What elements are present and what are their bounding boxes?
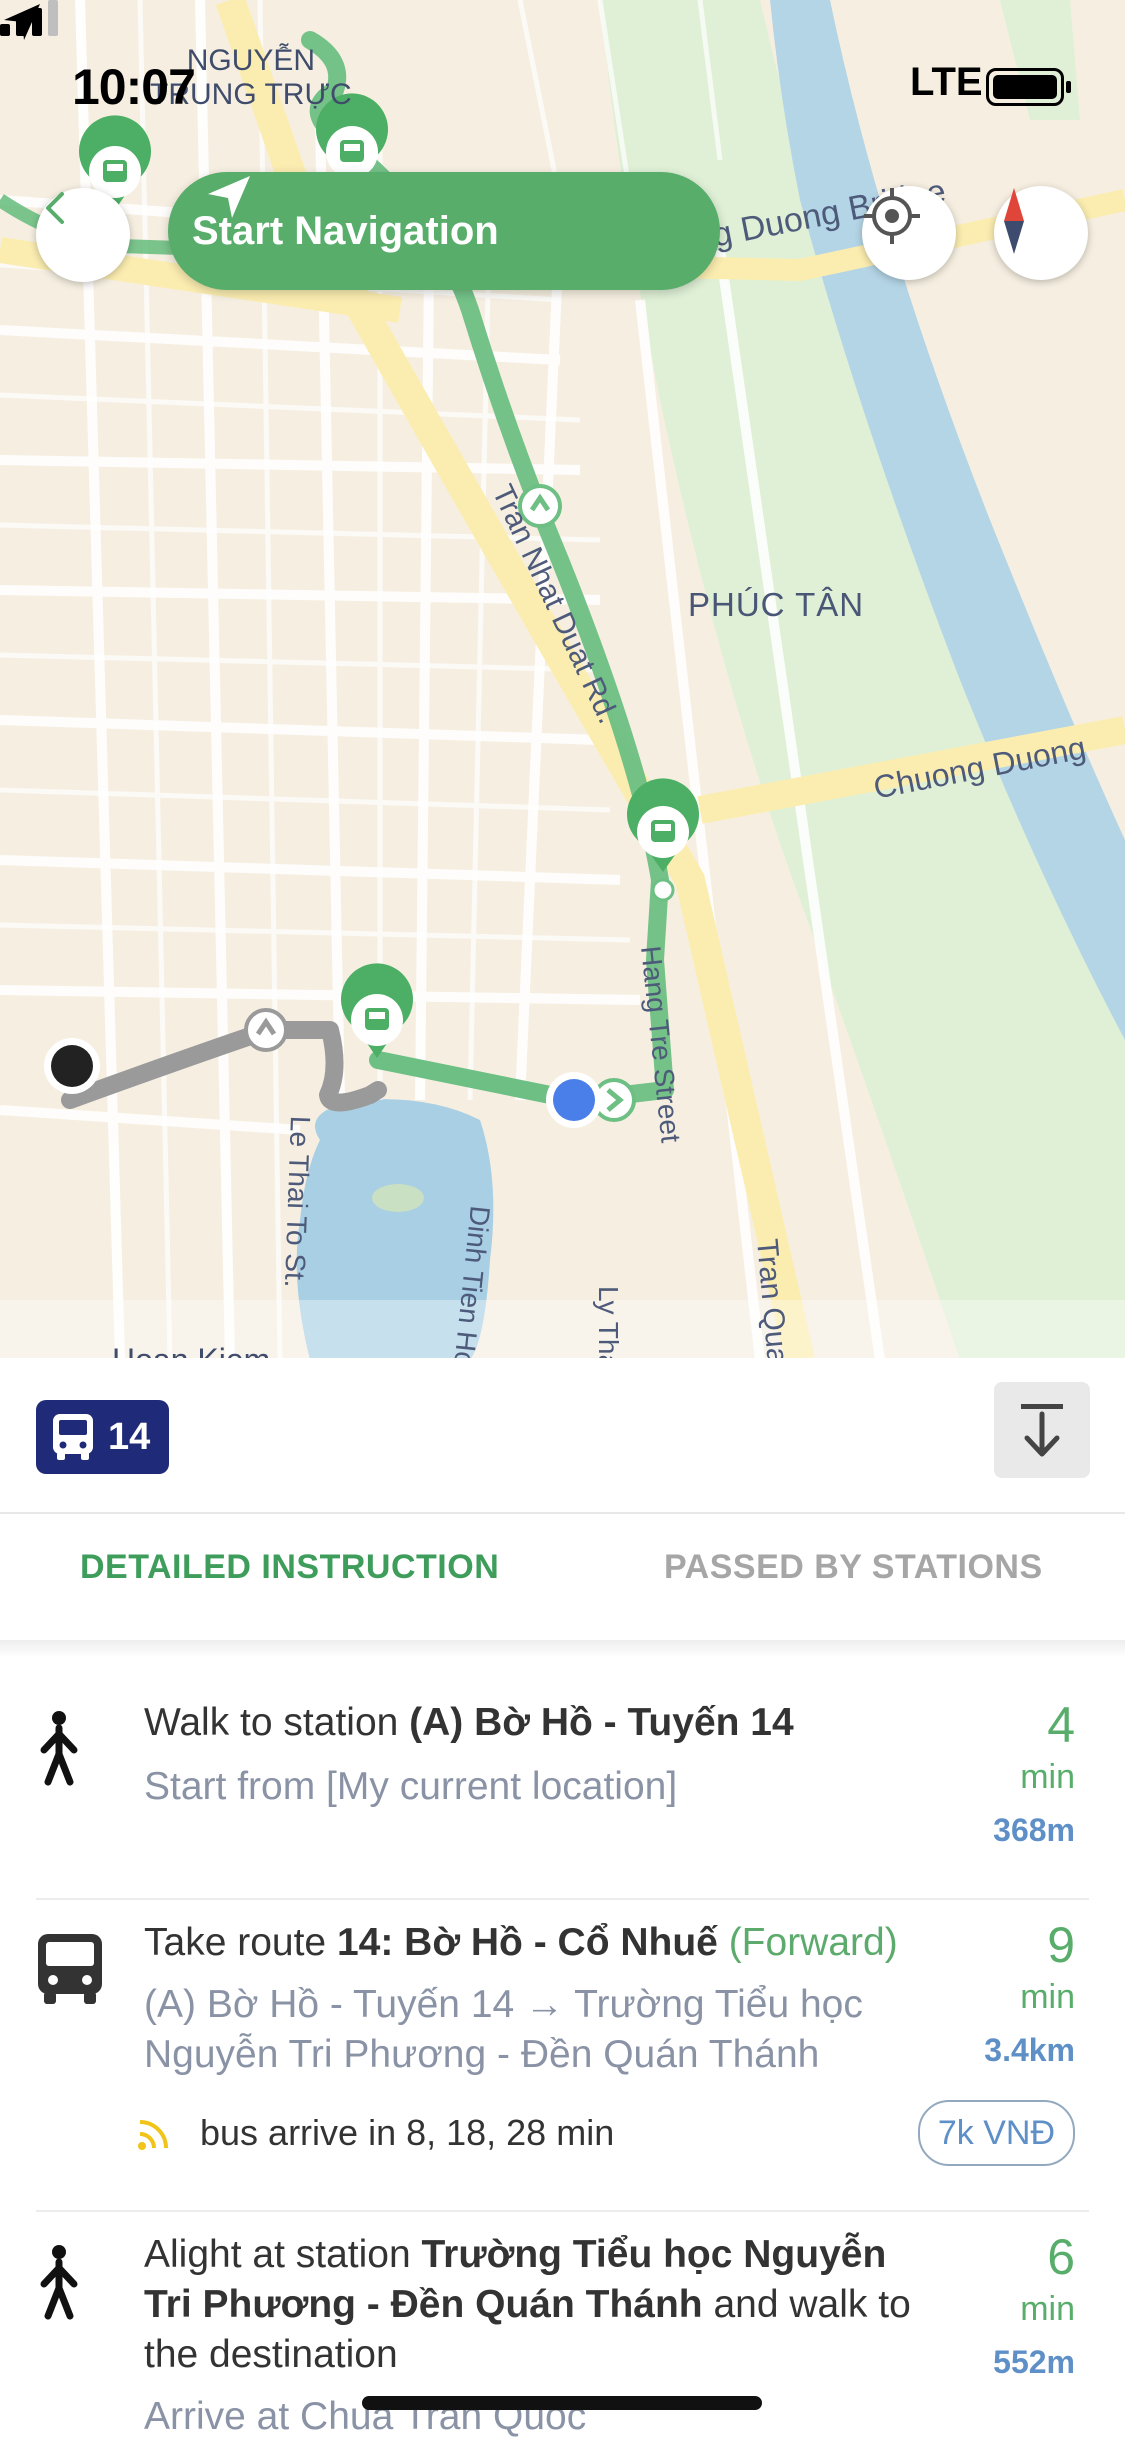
bus-stop-pin[interactable] (341, 963, 413, 1058)
step-duration-unit: min (1020, 1978, 1075, 2016)
fare-badge: 7k VNĐ (917, 2100, 1075, 2166)
my-location-button[interactable] (862, 186, 956, 280)
step-subtitle: Start from [My current location] (144, 1765, 678, 1808)
compass-icon (1004, 188, 1024, 254)
step-duration: 4 (1047, 1697, 1075, 1753)
route-badge: 14 (36, 1400, 169, 1474)
home-indicator[interactable] (362, 2396, 762, 2410)
step-separator (36, 2210, 1089, 2212)
step-title-prefix: Walk to station (144, 1701, 410, 1744)
step-duration-unit: min (1020, 2290, 1075, 2328)
map-view[interactable]: NGUYỄN TRUNG TRỰC Chuong Duong Bridge PH… (0, 0, 1125, 1360)
step-distance: 552m (993, 2344, 1075, 2380)
step-subtitle: (A) Bờ Hồ - Tuyến 14 → Trường Tiểu học N… (144, 1983, 863, 2076)
step-direction: (Forward) (717, 1921, 898, 1964)
step-title-prefix: Alight at station (144, 2233, 422, 2276)
status-time: 10:07 (72, 59, 196, 115)
chevron-left-icon (46, 192, 64, 224)
step-distance: 3.4km (984, 2032, 1075, 2068)
step-duration: 9 (1047, 1917, 1075, 1973)
step-title-route: 14: Bờ Hồ - Cổ Nhuế (336, 1921, 718, 1964)
navigation-arrow-icon (208, 176, 250, 218)
walking-person-icon (40, 2245, 78, 2320)
route-detail-panel: 14 DETAILED INSTRUCTION PASSED BY STATIO… (0, 1358, 1125, 2438)
live-signal-icon (138, 2120, 168, 2150)
cell-signal-icon (0, 0, 58, 36)
collapse-panel-button[interactable] (994, 1382, 1090, 1478)
battery-icon (986, 68, 1071, 106)
download-arrow-icon (1021, 1404, 1063, 1457)
divider (0, 1512, 1125, 1514)
step-separator (36, 1898, 1089, 1900)
bus-arrival-times: bus arrive in 8, 18, 28 min (200, 2112, 615, 2153)
map-label-phuc-tan: PHÚC TÂN (688, 586, 865, 623)
walking-person-icon (40, 1711, 78, 1786)
route-number: 14 (108, 1415, 151, 1458)
crosshair-icon (864, 188, 920, 244)
step-title-prefix: Take route (144, 1921, 337, 1964)
step-title-station: (A) Bờ Hồ - Tuyến 14 (409, 1701, 794, 1744)
back-button[interactable] (36, 188, 130, 282)
step-distance: 368m (993, 1812, 1075, 1848)
map-label-le-thai-to: Le Thai To St. (279, 1115, 316, 1289)
bus-icon (38, 1934, 102, 2004)
step-duration: 6 (1047, 2229, 1075, 2285)
start-navigation-button[interactable]: Start Navigation (168, 172, 720, 290)
tab-detailed-instruction[interactable]: DETAILED INSTRUCTION (80, 1548, 499, 1587)
bus-icon (53, 1414, 93, 1460)
tabs-shadow (0, 1640, 1125, 1658)
tab-passed-by-stations[interactable]: PASSED BY STATIONS (664, 1548, 1043, 1587)
map-label-ly-thai-to: Ly Thai To (593, 1286, 624, 1360)
network-type: LTE (910, 60, 983, 104)
compass-button[interactable] (994, 186, 1088, 280)
step-duration-unit: min (1020, 1758, 1075, 1796)
